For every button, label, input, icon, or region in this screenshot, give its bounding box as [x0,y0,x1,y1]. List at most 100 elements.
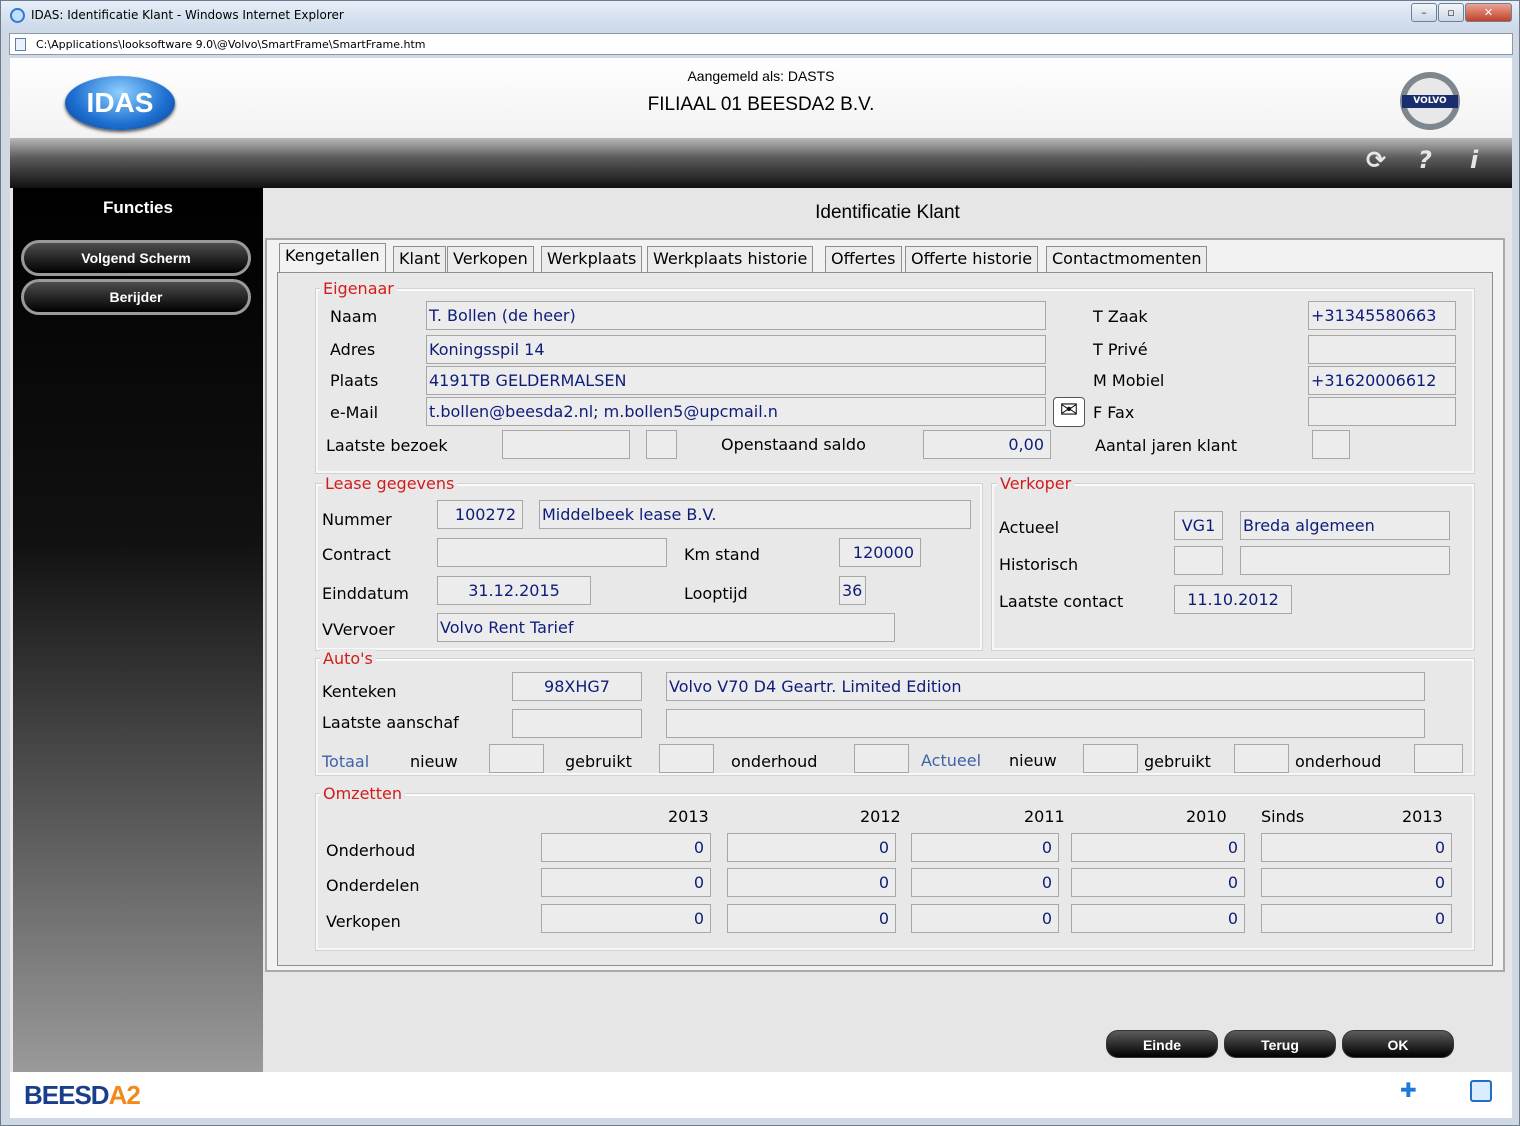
cell-verkopen-sinds[interactable]: 0 [1261,904,1452,933]
cell-onderdelen-sinds[interactable]: 0 [1261,868,1452,897]
group-title-autos: Auto's [320,649,376,668]
field-actueel-nieuw[interactable] [1083,744,1138,773]
field-looptijd[interactable]: 36 [839,576,866,605]
field-contract[interactable] [437,538,667,567]
refresh-icon[interactable]: ⟳ [1366,146,1386,174]
label-looptijd: Looptijd [684,584,748,603]
field-f-fax[interactable] [1308,397,1456,426]
volvo-logo-text: VOLVO [1402,95,1458,108]
close-button[interactable]: ✕ [1465,3,1512,22]
field-lease-naam[interactable]: Middelbeek lease B.V. [539,500,971,529]
tab-klant[interactable]: Klant [393,246,447,272]
title-bar: IDAS: Identificatie Klant - Windows Inte… [1,1,1519,31]
maximize-button[interactable]: ▫ [1438,3,1464,22]
cell-onderdelen-2011[interactable]: 0 [911,868,1059,897]
field-plaats[interactable]: 4191TB GELDERMALSEN [426,366,1046,395]
label-contract: Contract [322,545,391,564]
help-icon[interactable]: ? [1418,146,1432,174]
group-title-verkoper: Verkoper [997,474,1075,493]
field-nummer[interactable]: 100272 [437,500,523,529]
cell-verkopen-2011[interactable]: 0 [911,904,1059,933]
field-naam[interactable]: T. Bollen (de heer) [426,301,1046,330]
field-aantal-jaren-klant[interactable] [1312,430,1350,459]
label-actueel-onderhoud: onderhoud [1295,752,1382,771]
field-laatste-bezoek-extra[interactable] [646,430,677,459]
terug-button[interactable]: Terug [1224,1030,1336,1058]
field-email[interactable]: t.bollen@beesda2.nl; m.bollen5@upcmail.n [426,397,1046,426]
toolbar: ⟳ ? i [10,138,1512,188]
field-totaal-onderhoud[interactable] [854,744,909,773]
plus-icon[interactable]: ✚ [1400,1078,1417,1102]
cell-onderdelen-2012[interactable]: 0 [727,868,896,897]
field-vvervoer[interactable]: Volvo Rent Tarief [437,613,895,642]
minimize-button[interactable]: – [1411,3,1437,22]
field-laatste-aanschaf-model[interactable] [666,709,1425,738]
field-actueel-gebruikt[interactable] [1234,744,1289,773]
field-t-zaak[interactable]: +31345580663 [1308,301,1456,330]
tab-werkplaats[interactable]: Werkplaats [541,246,643,272]
field-auto-model[interactable]: Volvo V70 D4 Geartr. Limited Edition [666,672,1425,701]
label-km-stand: Km stand [684,545,760,564]
einde-button[interactable]: Einde [1106,1030,1218,1058]
cell-onderdelen-2010[interactable]: 0 [1071,868,1245,897]
cell-verkopen-2010[interactable]: 0 [1071,904,1245,933]
field-km-stand[interactable]: 120000 [839,538,921,567]
cell-onderhoud-2010[interactable]: 0 [1071,833,1245,862]
cell-onderhoud-2012[interactable]: 0 [727,833,896,862]
tab-kengetallen[interactable]: Kengetallen [279,243,386,272]
ok-button[interactable]: OK [1342,1030,1454,1058]
page-title: Identificatie Klant [815,202,960,223]
cell-onderhoud-2013[interactable]: 0 [541,833,711,862]
info-icon[interactable]: i [1470,146,1478,174]
beesda2-logo-part-b: A2 [108,1080,141,1110]
window-title: IDAS: Identificatie Klant - Windows Inte… [31,8,344,22]
label-actueel: Actueel [999,518,1060,537]
volvo-logo: VOLVO [1400,72,1460,130]
edit-icon[interactable] [1470,1080,1492,1102]
field-laatste-contact[interactable]: 11.10.2012 [1174,585,1292,614]
label-adres: Adres [330,340,376,359]
field-actueel-onderhoud[interactable] [1414,744,1463,773]
field-laatste-aanschaf[interactable] [512,709,642,738]
cell-verkopen-2012[interactable]: 0 [727,904,896,933]
tab-offerte-historie[interactable]: Offerte historie [905,246,1039,272]
label-totaal: Totaal [322,752,370,771]
field-m-mobiel[interactable]: +31620006612 [1308,366,1456,395]
label-verkopen: Verkopen [326,912,401,931]
label-nummer: Nummer [322,510,392,529]
cell-verkopen-2013[interactable]: 0 [541,904,711,933]
address-bar[interactable]: C:\Applications\looksoftware 9.0\@Volvo\… [9,33,1513,55]
berijder-button[interactable]: Berijder [21,279,251,315]
label-naam: Naam [330,307,378,326]
field-laatste-bezoek[interactable] [502,430,630,459]
cell-onderdelen-2013[interactable]: 0 [541,868,711,897]
mail-icon[interactable]: ✉ [1053,397,1085,427]
tab-verkopen[interactable]: Verkopen [447,246,534,272]
cell-onderhoud-2011[interactable]: 0 [911,833,1059,862]
field-einddatum[interactable]: 31.12.2015 [437,576,591,605]
branch-name: FILIAAL 01 BEESDA2 B.V. [647,94,875,115]
field-historisch-naam[interactable] [1240,546,1450,575]
field-totaal-gebruikt[interactable] [659,744,714,773]
field-kenteken[interactable]: 98XHG7 [512,672,642,701]
label-vvervoer: VVervoer [322,620,395,639]
year-sinds: 2013 [1402,807,1443,826]
tab-offertes[interactable]: Offertes [825,246,902,272]
cell-onderhoud-sinds[interactable]: 0 [1261,833,1452,862]
field-verkoper-naam[interactable]: Breda algemeen [1240,511,1450,540]
tab-werkplaats-historie[interactable]: Werkplaats historie [647,246,814,272]
label-plaats: Plaats [330,371,379,390]
volgend-scherm-button[interactable]: Volgend Scherm [21,240,251,276]
tab-contactmomenten[interactable]: Contactmomenten [1046,246,1208,272]
label-laatste-bezoek: Laatste bezoek [326,436,448,455]
field-t-prive[interactable] [1308,335,1456,364]
field-historisch-code[interactable] [1174,546,1223,575]
field-adres[interactable]: Koningsspil 14 [426,335,1046,364]
field-verkoper-code[interactable]: VG1 [1174,511,1223,540]
field-openstaand-saldo[interactable]: 0,00 [923,430,1051,459]
main-content: Identificatie Klant Kengetallen Klant Ve… [263,188,1512,1072]
year-2012: 2012 [860,807,901,826]
logged-in-text: Aangemeld als: DASTS [687,68,835,84]
year-2010: 2010 [1186,807,1227,826]
field-totaal-nieuw[interactable] [489,744,544,773]
